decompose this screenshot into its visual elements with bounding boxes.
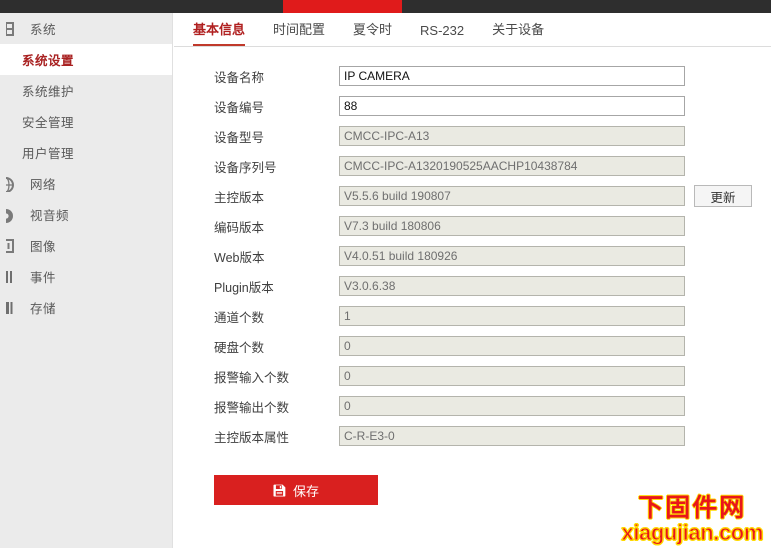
form-label: 设备序列号 (214, 160, 277, 175)
form-row: 报警输出个数 (174, 391, 771, 421)
tab-label: RS-232 (420, 23, 465, 38)
form-row: 报警输入个数 (174, 361, 771, 391)
sidebar-item-4[interactable]: 安全管理 (0, 106, 172, 137)
form-input (339, 396, 685, 416)
form-row: Plugin版本 (174, 271, 771, 301)
site-watermark: 下固件网 xiagujian.com (621, 494, 764, 545)
event-icon (6, 269, 26, 285)
sidebar-item-5[interactable]: 用户管理 (0, 137, 172, 168)
sidebar-item-label: 安全管理 (22, 116, 75, 130)
form-row: 设备型号 (174, 121, 771, 151)
sidebar-item-label: 系统维护 (22, 85, 75, 99)
floppy-save-icon (273, 484, 286, 497)
sidebar-item-label: 系统设置 (22, 54, 75, 68)
form-input (339, 246, 685, 266)
form-row: 通道个数 (174, 301, 771, 331)
globe-icon (6, 176, 26, 192)
sidebar-item-label: 系统 (30, 23, 57, 37)
form-label: 硬盘个数 (214, 340, 265, 355)
watermark-domain: xiagujian.com (621, 519, 764, 545)
top-bar (0, 0, 771, 13)
form-row: 设备序列号 (174, 151, 771, 181)
form-label: 编码版本 (214, 220, 265, 235)
form-input[interactable] (339, 96, 685, 116)
sidebar-item-2[interactable]: 系统设置 (0, 44, 172, 75)
sidebar-item-label: 存储 (30, 302, 57, 316)
form-row: 主控版本属性 (174, 421, 771, 451)
tab-5[interactable]: 关于设备 (492, 19, 544, 46)
sidebar-item-label: 视音频 (30, 209, 70, 223)
tab-label: 关于设备 (492, 22, 545, 37)
form-input (339, 216, 685, 236)
update-firmware-button[interactable]: 更新 (694, 185, 752, 207)
top-bar-accent (283, 0, 402, 13)
browser-page: 系统系统设置系统维护安全管理用户管理网络视音频图像事件存储 基本信息 时间配置 夏令… (0, 0, 771, 548)
tab-label: 夏令时 (353, 22, 393, 37)
sidebar-item-label: 网络 (30, 178, 57, 192)
form-row: Web版本 (174, 241, 771, 271)
sidebar-item-1[interactable]: 系统 (0, 13, 172, 44)
form-label: 设备型号 (214, 130, 265, 145)
tab-2[interactable]: 时间配置 (273, 19, 325, 46)
form-input (339, 426, 685, 446)
tab-4[interactable]: RS-232 (420, 23, 464, 46)
sidebar-item-3[interactable]: 系统维护 (0, 75, 172, 106)
tab-3[interactable]: 夏令时 (353, 19, 392, 46)
speaker-icon (6, 207, 26, 223)
tab-label: 时间配置 (273, 22, 326, 37)
form-label: Web版本 (214, 250, 265, 265)
image-icon (6, 238, 26, 254)
device-info-form: 设备名称设备编号设备型号设备序列号主控版本 更新编码版本 Web版本 Plugin版本… (174, 47, 771, 451)
save-button-label: 保存 (292, 483, 319, 499)
save-button[interactable]: 保存 (214, 475, 378, 505)
form-input (339, 306, 685, 326)
form-label: Plugin版本 (214, 280, 274, 295)
tab-label: 基本信息 (193, 22, 246, 37)
form-label: 主控版本属性 (214, 430, 290, 445)
grid-icon (6, 21, 26, 37)
form-input (339, 366, 685, 386)
form-label: 报警输出个数 (214, 400, 290, 415)
tab-bar: 基本信息 时间配置 夏令时 RS-232 关于设备 (174, 13, 771, 47)
form-row: 设备名称 (174, 61, 771, 91)
sidebar-item-9[interactable]: 事件 (0, 261, 172, 292)
form-input (339, 156, 685, 176)
sidebar-item-label: 事件 (30, 271, 57, 285)
form-row: 主控版本 更新 (174, 181, 771, 211)
form-label: 设备编号 (214, 100, 265, 115)
form-label: 通道个数 (214, 310, 265, 325)
form-row: 设备编号 (174, 91, 771, 121)
form-label: 报警输入个数 (214, 370, 290, 385)
sidebar-item-8[interactable]: 图像 (0, 230, 172, 261)
form-label: 设备名称 (214, 70, 265, 85)
form-row: 硬盘个数 (174, 331, 771, 361)
form-input[interactable] (339, 66, 685, 86)
form-input (339, 186, 685, 206)
form-label: 主控版本 (214, 190, 265, 205)
form-input (339, 126, 685, 146)
sidebar-item-label: 用户管理 (22, 147, 75, 161)
tab-1[interactable]: 基本信息 (193, 19, 246, 46)
sidebar-item-7[interactable]: 视音频 (0, 199, 172, 230)
sidebar: 系统系统设置系统维护安全管理用户管理网络视音频图像事件存储 (0, 13, 173, 548)
main-content: 基本信息 时间配置 夏令时 RS-232 关于设备 设备名称设备编号设备型号设备序列号主… (174, 13, 771, 548)
form-input (339, 276, 685, 296)
sidebar-item-label: 图像 (30, 240, 57, 254)
form-input (339, 336, 685, 356)
sidebar-item-10[interactable]: 存储 (0, 292, 172, 323)
storage-icon (6, 300, 26, 316)
form-row: 编码版本 (174, 211, 771, 241)
watermark-chinese: 下固件网 (638, 494, 747, 523)
sidebar-item-6[interactable]: 网络 (0, 168, 172, 199)
